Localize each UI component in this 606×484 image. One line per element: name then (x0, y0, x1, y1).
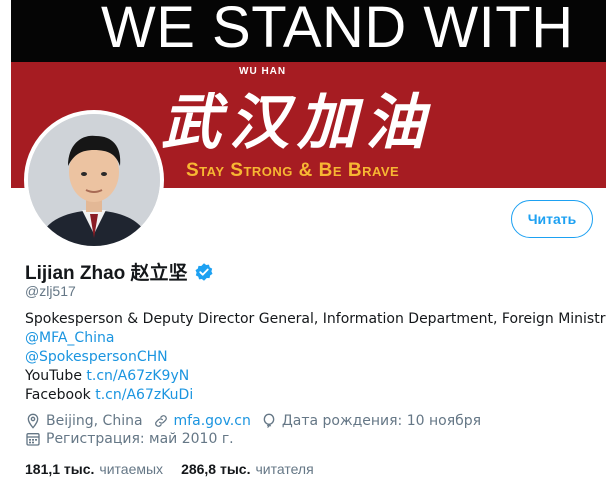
location-text: Beijing, China (46, 413, 143, 429)
verified-badge-icon (194, 262, 214, 282)
profile-page: WE STAND WITH WU HAN 武汉加油 Stay Strong & … (11, 0, 606, 484)
profile-meta-row-joined: Регистрация: май 2010 г. (25, 431, 244, 447)
profile-name: Lijian Zhao 赵立坚 (25, 263, 188, 284)
banner-headline-area: WE STAND WITH (11, 0, 606, 62)
youtube-link[interactable]: t.cn/A67zK9yN (86, 368, 189, 384)
link-icon (154, 415, 167, 427)
calendar-icon (26, 433, 40, 446)
following-label: читаемых (99, 461, 164, 477)
website-item: mfa.gov.cn (153, 413, 251, 429)
birthday-text: Дата рождения: 10 ноября (281, 413, 482, 429)
follow-button[interactable]: Читать (511, 200, 593, 238)
mention-link-spokesperson[interactable]: @SpokespersonCHN (25, 349, 168, 365)
balloon-icon (263, 413, 275, 428)
mention-link-mfa[interactable]: @MFA_China (25, 330, 114, 346)
joined-item: Регистрация: май 2010 г. (25, 431, 234, 447)
banner-slogan: Stay Strong & Be Brave (186, 160, 400, 181)
youtube-label: YouTube (25, 368, 87, 384)
followers-count: 286,8 тыс. (181, 461, 251, 477)
profile-bio: Spokesperson & Deputy Director General, … (25, 310, 606, 405)
facebook-label: Facebook (25, 387, 96, 403)
birthday-item: Дата рождения: 10 ноября (261, 413, 481, 429)
website-link[interactable]: mfa.gov.cn (174, 413, 251, 429)
joined-text: Регистрация: май 2010 г. (46, 431, 234, 447)
banner-headline: WE STAND WITH (101, 0, 574, 60)
following-stat[interactable]: 181,1 тыс. читаемых (25, 461, 163, 477)
location-item: Beijing, China (25, 413, 143, 429)
profile-meta-row: Beijing, China mfa.gov.cn Дата рождения:… (25, 413, 491, 429)
banner-chinese-text: 武汉加油 (161, 88, 433, 158)
followers-stat[interactable]: 286,8 тыс. читателя (181, 461, 314, 477)
profile-handle: @zlj517 (25, 283, 76, 299)
location-icon (27, 413, 39, 429)
avatar[interactable] (24, 110, 164, 250)
facebook-link[interactable]: t.cn/A67zKuDi (95, 387, 193, 403)
profile-name-row: Lijian Zhao 赵立坚 (25, 258, 214, 285)
following-count: 181,1 тыс. (25, 461, 95, 477)
followers-label: читателя (255, 461, 314, 477)
avatar-portrait (28, 114, 160, 246)
profile-stats: 181,1 тыс. читаемых 286,8 тыс. читателя (25, 461, 332, 477)
bio-text: Spokesperson & Deputy Director General, … (25, 311, 606, 327)
